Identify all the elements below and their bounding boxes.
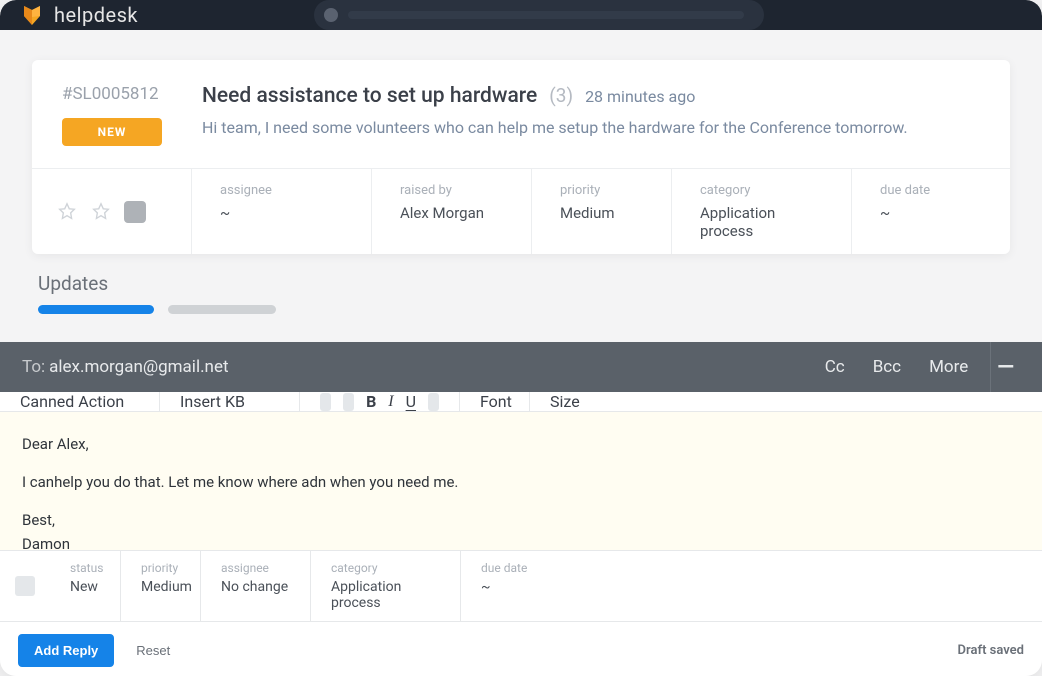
reply-checkbox[interactable] bbox=[0, 551, 50, 621]
to-value[interactable]: alex.morgan@gmail.net bbox=[49, 357, 228, 377]
meta-label: due date bbox=[880, 183, 982, 198]
more-button[interactable]: More bbox=[929, 357, 968, 377]
cc-button[interactable]: Cc bbox=[825, 357, 845, 377]
canned-action-button[interactable]: Canned Action bbox=[0, 392, 160, 411]
editor-line: Best, bbox=[22, 508, 1020, 532]
star-outline-icon[interactable] bbox=[90, 201, 112, 223]
reply-meta-row: status New priority Medium assignee No c… bbox=[0, 550, 1042, 622]
ticket-age: 28 minutes ago bbox=[585, 87, 695, 106]
updates-heading: Updates bbox=[38, 272, 1010, 295]
meta-value: ~ bbox=[880, 204, 982, 222]
reply-status[interactable]: status New bbox=[50, 551, 120, 621]
tab-updates-inactive[interactable] bbox=[168, 305, 276, 314]
format-icon[interactable] bbox=[320, 393, 331, 411]
underline-button[interactable]: U bbox=[406, 392, 416, 411]
insert-kb-button[interactable]: Insert KB bbox=[160, 392, 300, 411]
star-outline-icon[interactable] bbox=[56, 201, 78, 223]
reply-due-date[interactable]: due date ~ bbox=[460, 551, 1042, 621]
editor-toolbar: Canned Action Insert KB B I U Font Size bbox=[0, 392, 1042, 412]
meta-assignee[interactable]: assignee ~ bbox=[192, 169, 372, 254]
meta-value: Alex Morgan bbox=[400, 204, 503, 222]
meta-label: assignee bbox=[220, 183, 343, 198]
font-select[interactable]: Font bbox=[460, 392, 530, 411]
draft-saved-label: Draft saved bbox=[958, 643, 1024, 658]
ticket-reply-count: (3) bbox=[549, 84, 573, 107]
ticket-title[interactable]: Need assistance to set up hardware bbox=[202, 84, 537, 108]
checkbox-icon[interactable] bbox=[124, 201, 146, 223]
updates-tabs bbox=[38, 305, 1010, 314]
status-badge: NEW bbox=[62, 118, 162, 146]
meta-priority[interactable]: priority Medium bbox=[532, 169, 672, 254]
meta-category[interactable]: category Application process bbox=[672, 169, 852, 254]
size-select[interactable]: Size bbox=[530, 392, 1042, 411]
meta-label: raised by bbox=[400, 183, 503, 198]
format-icon[interactable] bbox=[343, 393, 354, 411]
bold-button[interactable]: B bbox=[366, 392, 376, 411]
to-label: To: bbox=[22, 357, 45, 377]
search-icon bbox=[324, 8, 338, 22]
add-reply-button[interactable]: Add Reply bbox=[18, 634, 114, 667]
meta-value: Medium bbox=[560, 204, 643, 222]
format-icon[interactable] bbox=[428, 393, 439, 411]
meta-value: ~ bbox=[220, 204, 343, 222]
brand-name: helpdesk bbox=[54, 3, 138, 27]
ticket-preview: Hi team, I need some volunteers who can … bbox=[202, 118, 980, 137]
composer-header: To: alex.morgan@gmail.net Cc Bcc More — bbox=[0, 342, 1042, 392]
brand-logo[interactable]: helpdesk bbox=[20, 3, 138, 27]
reply-category[interactable]: category Application process bbox=[310, 551, 460, 621]
ticket-actions bbox=[32, 169, 192, 254]
topbar: helpdesk bbox=[0, 0, 1042, 30]
italic-button[interactable]: I bbox=[388, 393, 393, 411]
bcc-button[interactable]: Bcc bbox=[873, 357, 901, 377]
tab-updates-active[interactable] bbox=[38, 305, 154, 314]
ticket-id: #SL0005812 bbox=[62, 84, 172, 104]
editor-line: I canhelp you do that. Let me know where… bbox=[22, 470, 1020, 494]
ticket-card: #SL0005812 NEW Need assistance to set up… bbox=[32, 60, 1010, 254]
composer-footer: Add Reply Reset Draft saved bbox=[0, 622, 1042, 676]
search-input[interactable] bbox=[314, 0, 764, 30]
meta-due-date[interactable]: due date ~ bbox=[852, 169, 1010, 254]
editor-line: Dear Alex, bbox=[22, 432, 1020, 456]
search-placeholder-skeleton bbox=[348, 11, 744, 19]
fox-logo-icon bbox=[20, 3, 44, 27]
reset-button[interactable]: Reset bbox=[136, 643, 170, 658]
minimize-icon[interactable]: — bbox=[991, 355, 1020, 380]
meta-label: category bbox=[700, 183, 823, 198]
reply-assignee[interactable]: assignee No change bbox=[200, 551, 310, 621]
meta-raised-by[interactable]: raised by Alex Morgan bbox=[372, 169, 532, 254]
meta-value: Application process bbox=[700, 204, 823, 240]
meta-label: priority bbox=[560, 183, 643, 198]
reply-editor[interactable]: Dear Alex, I canhelp you do that. Let me… bbox=[0, 412, 1042, 550]
reply-priority[interactable]: priority Medium bbox=[120, 551, 200, 621]
format-group: B I U bbox=[300, 392, 460, 411]
